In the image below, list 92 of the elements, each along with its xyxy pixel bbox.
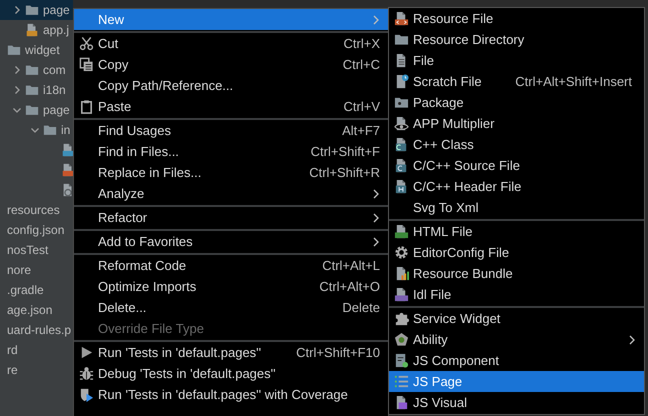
menu-item[interactable]: Svg To Xml xyxy=(389,197,644,218)
menu-item[interactable]: Cut Ctrl+X xyxy=(74,33,388,54)
chevron-icon xyxy=(628,334,636,346)
tree-item[interactable]: page xyxy=(0,100,73,120)
tree-item[interactable]: config.json xyxy=(0,220,73,240)
folder-icon xyxy=(394,95,409,110)
folder-icon xyxy=(25,103,39,117)
menu-item[interactable]: Run 'Tests in 'default.pages'' with Coverage xyxy=(74,384,388,405)
file-icon xyxy=(394,11,409,26)
folder-icon xyxy=(43,123,57,137)
pentagon-icon xyxy=(394,332,409,347)
menu-item[interactable]: Copy Ctrl+C xyxy=(74,54,388,75)
folder-icon xyxy=(25,63,39,77)
tree-item[interactable]: age.json xyxy=(0,300,73,320)
file-icon xyxy=(394,74,409,89)
menu-item[interactable]: Resource File xyxy=(389,8,644,29)
menu-item[interactable]: Find in Files... Ctrl+Shift+F xyxy=(74,141,388,162)
menu-item[interactable]: Reformat Code Ctrl+Alt+L xyxy=(74,255,388,276)
tree-item[interactable]: app.j xyxy=(0,20,73,40)
menu-item[interactable]: Debug 'Tests in 'default.pages'' xyxy=(74,363,388,384)
menu-item[interactable]: Copy Path/Reference... xyxy=(74,75,388,96)
chevron-icon xyxy=(372,14,380,26)
menu-item[interactable]: Refactor xyxy=(74,207,388,228)
tree-item[interactable]: in xyxy=(0,120,73,140)
menu-item[interactable]: Resource Directory xyxy=(389,29,644,50)
chevron-icon xyxy=(372,212,380,224)
play-icon xyxy=(79,345,94,360)
list-icon xyxy=(394,374,409,389)
menu-item[interactable]: EditorConfig File xyxy=(389,242,644,263)
file-icon xyxy=(394,395,409,410)
tree-item[interactable]: .gradle xyxy=(0,280,73,300)
file-icon xyxy=(61,183,73,197)
menu-item[interactable]: Scratch File Ctrl+Alt+Shift+Insert xyxy=(389,71,644,92)
tree-item[interactable]: nosTest xyxy=(0,240,73,260)
gear-icon xyxy=(394,245,409,260)
menu-item[interactable]: JS Visual xyxy=(389,392,644,413)
menu-item[interactable]: Find Usages Alt+F7 xyxy=(74,120,388,141)
menu-item[interactable]: Ability xyxy=(389,329,644,350)
menu-item[interactable]: C/C++ Source File xyxy=(389,155,644,176)
menu-item[interactable]: Replace in Files... Ctrl+Shift+R xyxy=(74,162,388,183)
menu-item[interactable]: Idl File xyxy=(389,284,644,305)
menu-item[interactable]: C++ Class xyxy=(389,134,644,155)
file-icon xyxy=(394,224,409,239)
file-icon xyxy=(394,179,409,194)
file-icon xyxy=(394,353,409,368)
menu-item[interactable]: Add to Favorites xyxy=(74,231,388,252)
folder-icon xyxy=(7,43,21,57)
scissors-icon xyxy=(79,36,94,51)
menu-item[interactable]: Resource Bundle xyxy=(389,263,644,284)
copy-icon xyxy=(79,57,94,72)
file-icon xyxy=(394,287,409,302)
menu-item[interactable]: C/C++ Header File xyxy=(389,176,644,197)
menu-item[interactable]: JS Page xyxy=(389,371,644,392)
menu-item[interactable]: Service Widget xyxy=(389,308,644,329)
chevron-icon[interactable] xyxy=(12,105,22,115)
file-icon xyxy=(25,23,39,37)
menu-item[interactable]: JS Component xyxy=(389,350,644,371)
menu-item[interactable]: Analyze xyxy=(74,183,388,204)
file-icon xyxy=(394,137,409,152)
menu-item[interactable]: Run 'Tests in 'default.pages'' Ctrl+Shift+F10 xyxy=(74,342,388,363)
menu-item[interactable]: HTML File xyxy=(389,221,644,242)
clipboard-icon xyxy=(79,99,94,114)
folder-icon xyxy=(394,32,409,47)
menu-item[interactable]: Package xyxy=(389,92,644,113)
menu-item[interactable]: New xyxy=(74,9,388,30)
bug-icon xyxy=(79,366,94,381)
chevron-icon xyxy=(372,236,380,248)
file-icon xyxy=(61,143,73,157)
tree-item[interactable]: uard-rules.p xyxy=(0,320,73,340)
menu-item[interactable]: Optimize Imports Ctrl+Alt+O xyxy=(74,276,388,297)
file-icon xyxy=(394,158,409,173)
menu-item[interactable]: APP Multiplier xyxy=(389,113,644,134)
file-icon xyxy=(61,163,73,177)
tree-item[interactable]: i18n xyxy=(0,80,73,100)
tree-item[interactable]: resources xyxy=(0,200,73,220)
shield-play-icon xyxy=(79,387,94,402)
tree-item[interactable]: nore xyxy=(0,260,73,280)
tree-item[interactable]: page xyxy=(0,0,73,20)
eye-icon xyxy=(394,116,409,131)
folder-icon xyxy=(25,3,39,17)
chevron-icon[interactable] xyxy=(30,125,40,135)
folder-icon xyxy=(25,83,39,97)
tree-item[interactable]: com xyxy=(0,60,73,80)
tree-item[interactable]: rd xyxy=(0,340,73,360)
tree-item[interactable]: widget xyxy=(0,40,73,60)
chevron-icon xyxy=(372,188,380,200)
menu-item[interactable]: File xyxy=(389,50,644,71)
file-icon xyxy=(394,266,409,281)
menu-item[interactable]: Delete... Delete xyxy=(74,297,388,318)
menu-item[interactable]: Paste Ctrl+V xyxy=(74,96,388,117)
tree-item[interactable]: re xyxy=(0,360,73,380)
puzzle-icon xyxy=(394,311,409,326)
